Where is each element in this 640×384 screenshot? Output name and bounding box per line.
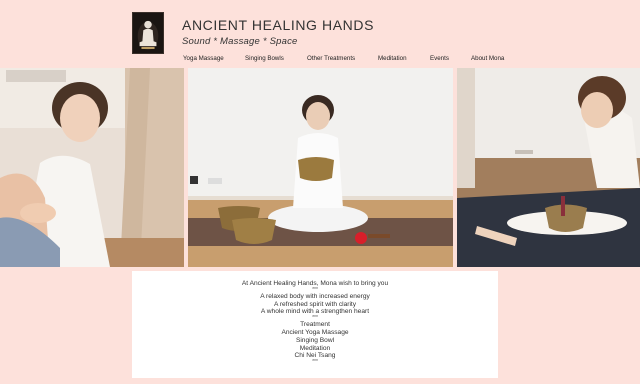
photo-yoga-massage [0,68,184,267]
site-tagline: Sound * Massage * Space [182,36,298,47]
site-title[interactable]: ANCIENT HEALING HANDS [182,17,374,33]
main-nav: Yoga Massage Singing Bowls Other Treatme… [0,55,640,67]
treatment-item: Meditation [299,344,331,352]
photo-singing-bowls [188,68,453,267]
benefit-item: A relaxed body with increased energy [260,292,370,300]
nav-item-meditation[interactable]: Meditation [378,55,407,62]
nav-item-other-treatments[interactable]: Other Treatments [307,55,355,62]
treatment-item: Ancient Yoga Massage [281,328,349,336]
site-logo[interactable] [132,12,164,54]
intro-panel: At Ancient Healing Hands, Mona wish to b… [132,271,498,378]
nav-item-singing-bowls[interactable]: Singing Bowls [245,55,284,62]
treatments-heading: Treatment [300,321,330,329]
benefit-item: A refreshed spirit with clarity [273,300,357,308]
treatment-item: Singing Bowl [295,336,335,344]
nav-item-yoga-massage[interactable]: Yoga Massage [183,55,224,62]
separator: *** [312,359,318,366]
nav-item-events[interactable]: Events [430,55,449,62]
photo-sound-healing [457,68,640,267]
nav-item-about-mona[interactable]: About Mona [471,55,504,62]
meditating-figure-logo-icon [133,13,163,53]
